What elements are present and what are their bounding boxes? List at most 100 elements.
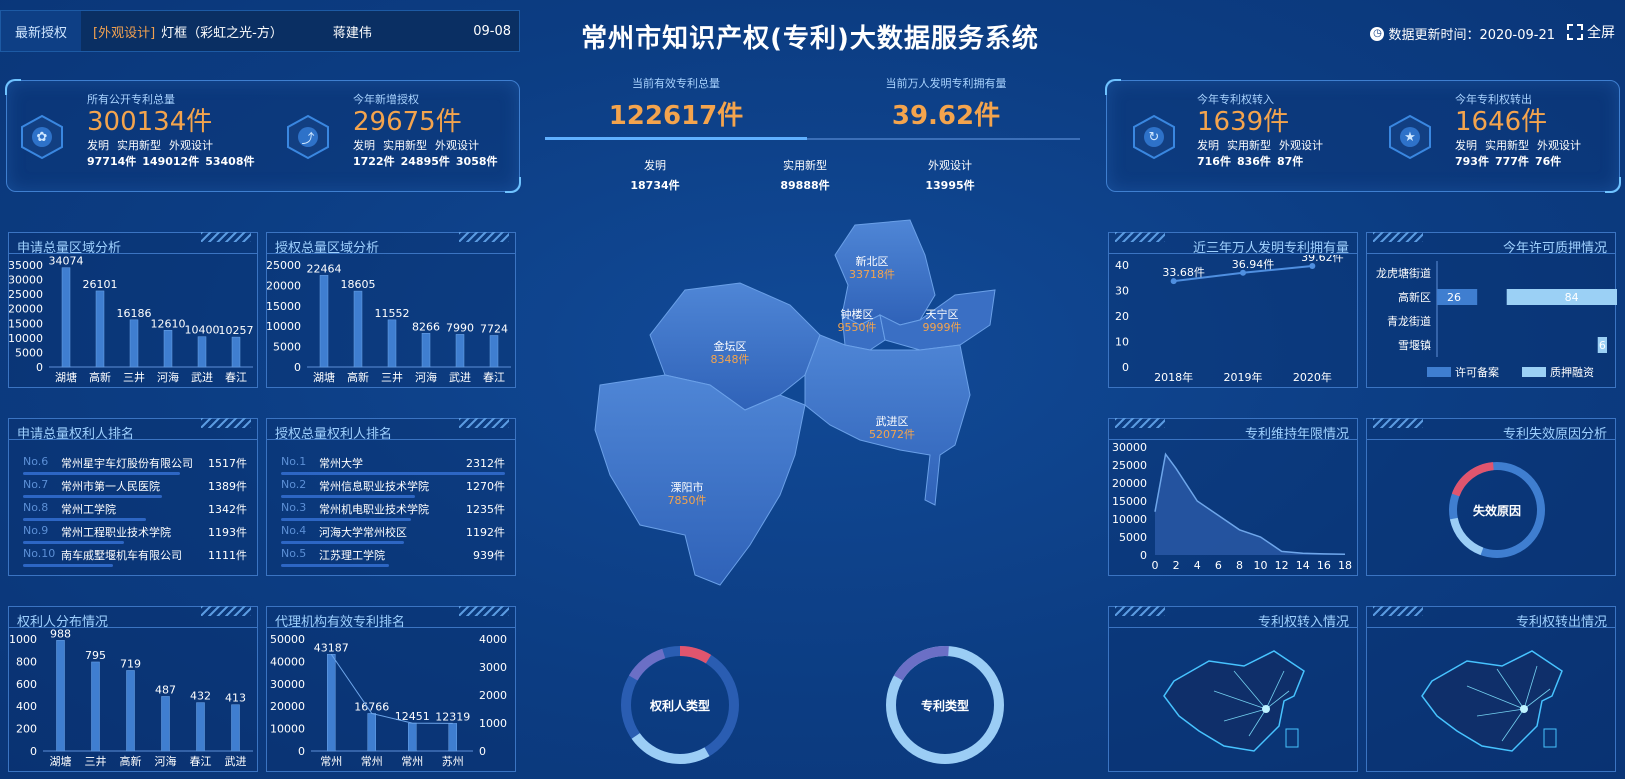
y-tick-label: 400 <box>16 700 37 713</box>
stat-value: 1646件 <box>1455 107 1548 137</box>
fullscreen-button[interactable]: 全屏 <box>1567 22 1615 42</box>
rank-bar <box>23 564 113 567</box>
rank-item[interactable]: No.1 常州大学 2312件 <box>281 453 505 475</box>
y-tick-label: 20000 <box>1112 477 1147 490</box>
x-tick-label: 16 <box>1317 559 1331 572</box>
active-tab-indicator <box>545 137 807 140</box>
panel-decoration <box>459 606 509 616</box>
china-map-out <box>1421 650 1563 752</box>
pledge-chart: 龙虎塘街道高新区 26 84 青龙街道雪堰镇 6 许可备案 质押融资 <box>1376 261 1617 379</box>
x-tick-label: 三井 <box>381 370 403 384</box>
area-fill <box>1155 454 1345 555</box>
rank-item[interactable]: No.9 常州工程职业技术学院 1193件 <box>23 522 247 544</box>
rank-count: 1193件 <box>208 526 247 539</box>
panel-decoration <box>201 606 251 616</box>
x-tick-label: 8 <box>1236 559 1243 572</box>
map-value: 33718件 <box>849 268 895 281</box>
sub-value: 24895件 <box>400 155 450 168</box>
x-tick-label: 18 <box>1338 559 1352 572</box>
rank-item[interactable]: No.3 常州机电职业技术学院 1235件 <box>281 499 505 521</box>
panel-transfer-in: 专利权转入情况 <box>1108 606 1358 772</box>
tab-per-10k[interactable]: 当前万人发明专利拥有量 39.62件 <box>815 75 1077 132</box>
x-tick-label: 苏州 <box>442 755 464 768</box>
x-tick-label: 湖塘 <box>50 754 72 768</box>
stat-sub-labels: 发明 实用新型 外观设计 <box>1455 137 1581 153</box>
patent-type-donut[interactable]: 专利类型 <box>880 640 1010 770</box>
bar-value-label: 84 <box>1565 291 1579 304</box>
rank-item[interactable]: No.4 河海大学常州校区 1192件 <box>281 522 505 544</box>
sub-value: 3058件 <box>455 155 498 168</box>
y-tick-label: 25000 <box>9 288 43 301</box>
bar <box>129 319 139 368</box>
panel-decoration <box>1115 606 1165 616</box>
rank-item[interactable]: No.2 常州信息职业技术学院 1270件 <box>281 476 505 498</box>
legend-swatch <box>1427 367 1451 377</box>
y-tick-label: 20 <box>1115 310 1129 323</box>
panel-decoration <box>1115 418 1165 428</box>
panel-owner-dist: 权利人分布情况 0 200 400 600 800 1000 988 湖塘 795 三井 719 高新… <box>8 606 258 772</box>
donut-center-label: 权利人类型 <box>649 698 710 713</box>
region-liyang[interactable] <box>594 374 806 586</box>
bar-value-label: 12451 <box>395 710 430 723</box>
sub-value: 1722件 <box>353 155 395 168</box>
panel-invalid: 专利失效原因分析 失效原因 <box>1366 418 1616 576</box>
owner-type-donut[interactable]: 权利人类型 <box>615 640 745 770</box>
stat-sub-values: 1722件 24895件 3058件 <box>353 153 498 169</box>
latest-grant-ticker[interactable]: 最新授权 [外观设计] 灯框（彩虹之光-方） 蒋建伟 09-08 <box>0 10 520 52</box>
refresh-icon: ↻ <box>1144 127 1164 147</box>
rank-number: No.9 <box>23 524 49 537</box>
panel-three-year: 近三年万人发明专利拥有量 0 10 20 30 40 33.68件 2018年 36.94件 2… <box>1108 232 1358 388</box>
bar-value-label: 10257 <box>219 324 254 337</box>
rank-item[interactable]: No.8 常州工学院 1342件 <box>23 499 247 521</box>
type-value: 13995件 <box>925 179 975 192</box>
rank-item[interactable]: No.6 常州星宇车灯股份有限公司 1517件 <box>23 453 247 475</box>
clock-icon: ◷ <box>1370 26 1385 41</box>
update-label: 数据更新时间：2020-09-21 <box>1388 28 1555 43</box>
panel-divider <box>267 253 515 254</box>
sub-label: 发明 <box>1455 139 1477 152</box>
y-tick-label: 0 <box>1140 549 1147 562</box>
y-tick-label: 5000 <box>1119 531 1147 544</box>
x-tick-label: 河海 <box>155 754 177 768</box>
x-tick-label: 武进 <box>449 371 471 384</box>
panel-divider <box>9 253 257 254</box>
x-tick-label: 2018年 <box>1154 370 1193 384</box>
x-tick-label: 春江 <box>483 371 505 384</box>
invalid-reason-donut[interactable]: 失效原因 <box>1442 455 1552 565</box>
tab-valid-total[interactable]: 当前有效专利总量 122617件 <box>545 75 807 132</box>
rank-bar <box>281 472 505 475</box>
y-tick-label: 15000 <box>267 300 301 313</box>
sub-label: 发明 <box>353 139 375 152</box>
rank-name: 常州工学院 <box>61 503 116 516</box>
rank-name: 常州信息职业技术学院 <box>319 480 429 493</box>
x-tick-label: 12 <box>1275 559 1289 572</box>
rank-bar <box>23 518 147 521</box>
stat-sub-labels: 发明 实用新型 外观设计 <box>353 137 498 153</box>
y-tick-label: 10 <box>1115 336 1129 349</box>
rank-item[interactable]: No.5 江苏理工学院 939件 <box>281 545 505 567</box>
y-tick-label: 青龙街道 <box>1387 314 1431 328</box>
rank-count: 1111件 <box>208 549 247 562</box>
three-year-chart: 0 10 20 30 40 33.68件 2018年 36.94件 2019年 39.62件 202… <box>1115 255 1344 384</box>
rank-bar <box>281 495 416 498</box>
stat-sub-values: 793件 777件 76件 <box>1455 153 1581 169</box>
rank-item[interactable]: No.10 南车戚墅堰机车有限公司 1111件 <box>23 545 247 567</box>
x-tick-label: 河海 <box>415 370 437 384</box>
panel-apply-region: 申请总量区域分析 0 5000 10000 15000 20000 25000 30000 3… <box>8 232 258 388</box>
bar-value-label: 988 <box>50 629 71 640</box>
panel-divider <box>1109 253 1357 254</box>
rank-name: 常州大学 <box>319 457 363 470</box>
y-tick-label: 20000 <box>9 303 43 316</box>
map-label: 新北区 <box>856 254 889 268</box>
changzhou-map: 新北区 33718件 钟楼区 9550件 天宁区 9999件 金坛区 8348件… <box>594 219 996 586</box>
sub-label: 发明 <box>87 139 109 152</box>
sub-value: 777件 <box>1494 155 1529 168</box>
panel-decoration <box>459 418 509 428</box>
sub-label: 实用新型 <box>117 139 161 152</box>
ticker-date: 09-08 <box>473 23 511 39</box>
maintain-chart: 0 5000 10000 15000 20000 25000 30000 0 2 4 6 8 10 12 1… <box>1112 441 1352 572</box>
bar-value-label: 26 <box>1447 291 1461 304</box>
type-invention: 发明 18734件 <box>595 157 715 193</box>
rank-item[interactable]: No.7 常州市第一人民医院 1389件 <box>23 476 247 498</box>
bar <box>319 275 329 368</box>
